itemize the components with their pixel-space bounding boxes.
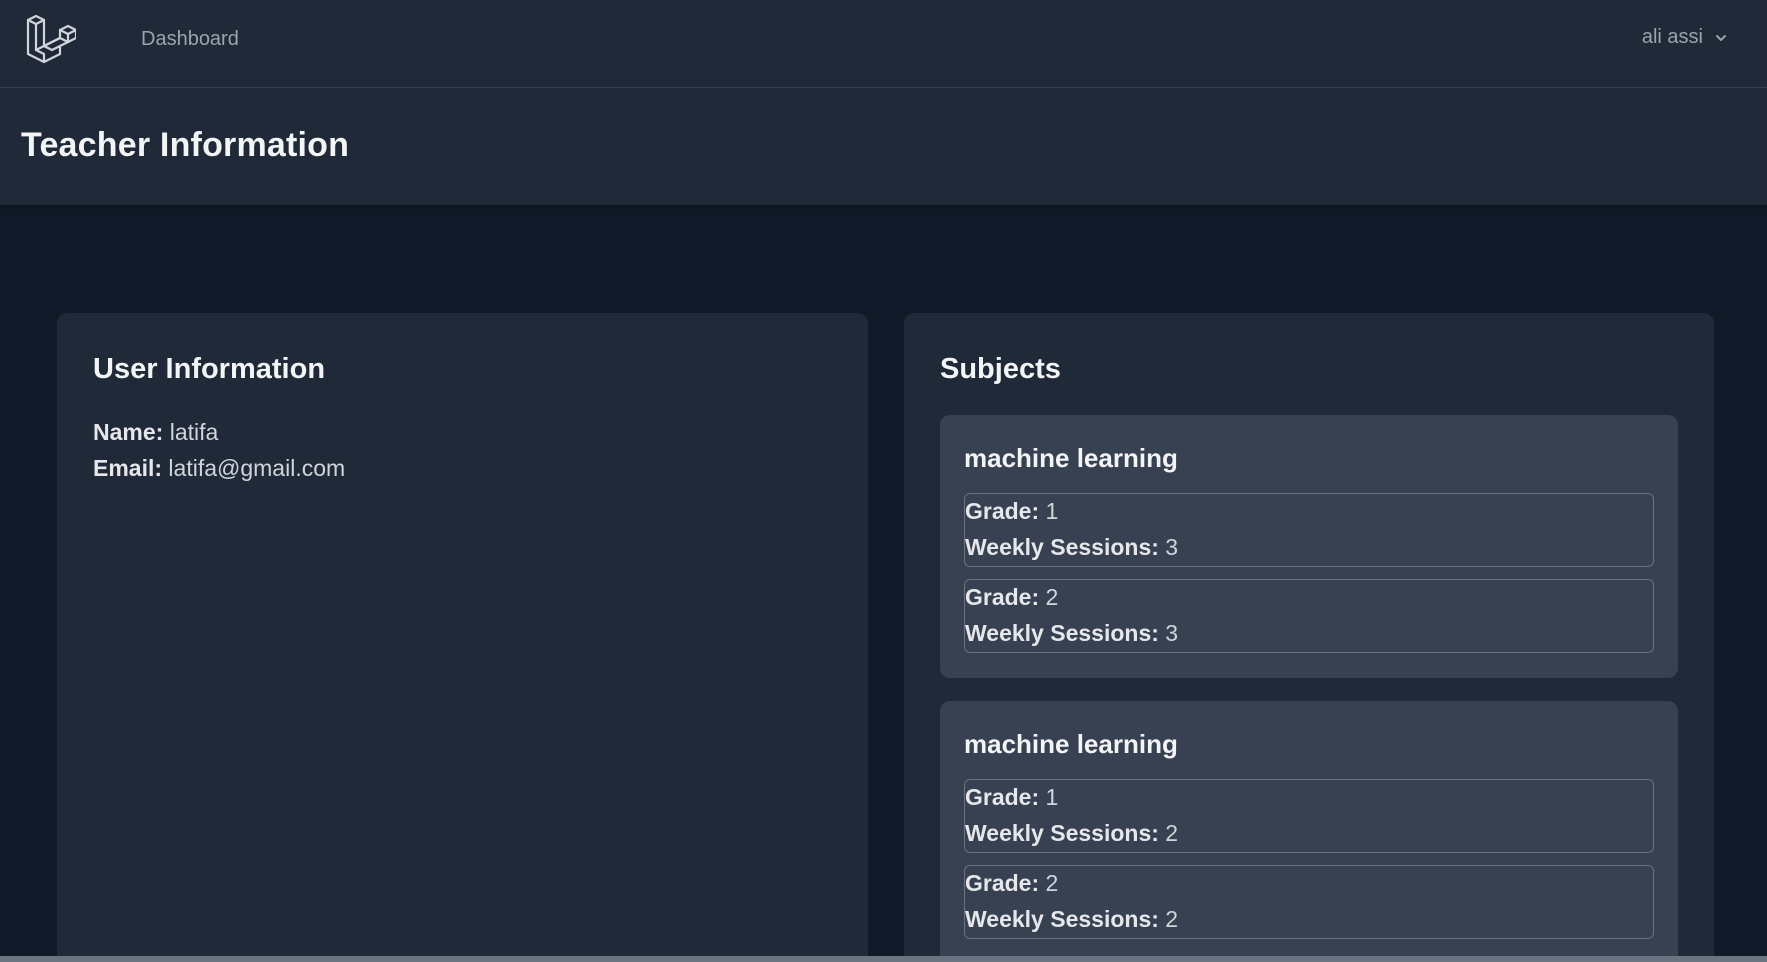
sessions-line: Weekly Sessions: 3 [965,620,1178,647]
grade-line: Grade: 2 [965,870,1058,897]
grade-value: 2 [1045,584,1059,610]
grade-label: Grade: [965,784,1040,810]
email-value: latifa@gmail.com [168,455,346,481]
grade-line: Grade: 1 [965,784,1058,811]
name-label: Name: [93,419,164,445]
name-value: latifa [169,419,219,445]
user-email-line: Email: latifa@gmail.com [93,455,345,482]
sessions-label: Weekly Sessions: [965,620,1159,646]
chevron-down-icon [1716,34,1726,41]
grade-label: Grade: [965,498,1040,524]
subject-card: machine learning Grade: 1 Weekly Session… [940,701,1678,962]
grade-value: 2 [1045,870,1059,896]
sessions-value: 2 [1165,906,1179,932]
sessions-value: 3 [1165,620,1179,646]
user-information-card: User Information Name: latifa Email: lat… [57,313,868,962]
grade-line: Grade: 1 [965,498,1058,525]
sessions-label: Weekly Sessions: [965,906,1159,932]
email-label: Email: [93,455,163,481]
user-name: ali assi [1641,26,1703,48]
grade-value: 1 [1045,498,1059,524]
sessions-line: Weekly Sessions: 2 [965,820,1178,847]
subjects-title: Subjects [940,353,1061,385]
grade-value: 1 [1045,784,1059,810]
nav-link-dashboard[interactable]: Dashboard [141,28,239,51]
grade-entry: Grade: 1 Weekly Sessions: 3 [964,493,1654,567]
sessions-label: Weekly Sessions: [965,534,1159,560]
user-information-title: User Information [93,353,326,385]
sessions-line: Weekly Sessions: 3 [965,534,1178,561]
subjects-card: Subjects machine learning Grade: 1 Weekl… [904,313,1714,962]
grade-line: Grade: 2 [965,584,1058,611]
grade-label: Grade: [965,584,1040,610]
grade-entry: Grade: 1 Weekly Sessions: 2 [964,779,1654,853]
horizontal-scrollbar[interactable] [0,956,1767,962]
sessions-value: 2 [1165,820,1179,846]
grade-entry: Grade: 2 Weekly Sessions: 2 [964,865,1654,939]
grade-label: Grade: [965,870,1040,896]
sessions-label: Weekly Sessions: [965,820,1159,846]
laravel-logo-icon[interactable] [24,14,76,66]
top-navigation: Dashboard ali assi [0,0,1767,88]
subject-name: machine learning [964,443,1178,473]
page-title: Teacher Information [21,126,350,164]
sessions-line: Weekly Sessions: 2 [965,906,1178,933]
subject-name: machine learning [964,729,1178,759]
page-header: Teacher Information [0,88,1767,205]
sessions-value: 3 [1165,534,1179,560]
user-name-line: Name: latifa [93,419,218,446]
user-menu-dropdown[interactable]: ali assi [1642,26,1729,49]
grade-entry: Grade: 2 Weekly Sessions: 3 [964,579,1654,653]
subject-card: machine learning Grade: 1 Weekly Session… [940,415,1678,678]
